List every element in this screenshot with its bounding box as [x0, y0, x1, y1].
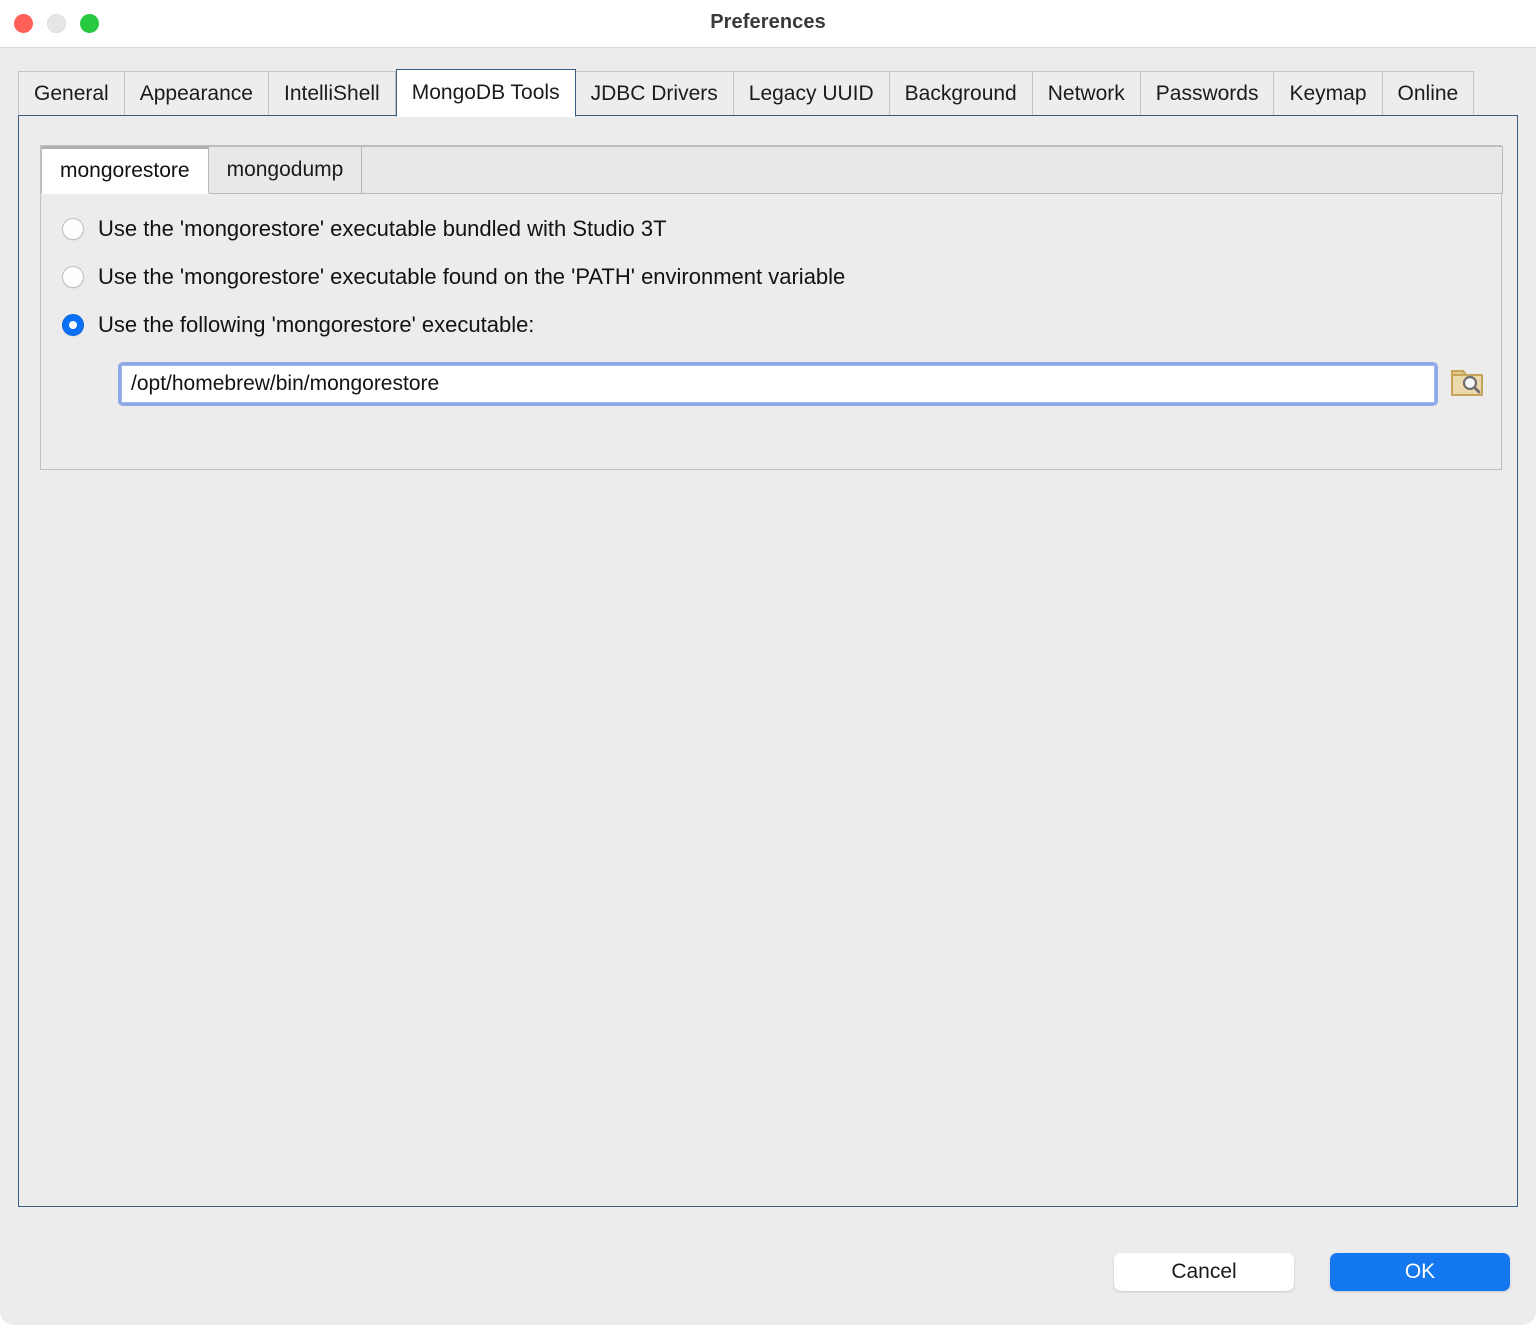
radio-path-env-label: Use the 'mongorestore' executable found … [98, 264, 845, 290]
radio-bundled-label: Use the 'mongorestore' executable bundle… [98, 216, 667, 242]
radio-path-env-icon[interactable] [62, 266, 84, 288]
preferences-window: Preferences General Appearance IntelliSh… [0, 0, 1536, 1325]
executable-path-value[interactable]: /opt/homebrew/bin/mongorestore [121, 365, 1435, 403]
tab-general[interactable]: General [18, 71, 125, 116]
window-title: Preferences [0, 11, 1536, 34]
title-bar: Preferences [0, 0, 1536, 48]
tab-background[interactable]: Background [890, 71, 1033, 116]
tab-legacy-uuid[interactable]: Legacy UUID [734, 71, 890, 116]
mongo-tool-groupbox: mongorestore mongodump Use the 'mongores… [40, 145, 1502, 470]
tab-intellishell[interactable]: IntelliShell [269, 71, 396, 116]
dialog-button-row: Cancel OK [1114, 1253, 1510, 1291]
tab-mongorestore[interactable]: mongorestore [41, 146, 209, 194]
tab-jdbc-drivers[interactable]: JDBC Drivers [576, 71, 734, 116]
radio-option-path-env[interactable]: Use the 'mongorestore' executable found … [62, 264, 845, 290]
tab-bar-filler [362, 146, 1503, 194]
folder-search-icon [1450, 368, 1484, 401]
tab-online[interactable]: Online [1383, 71, 1475, 116]
tab-appearance[interactable]: Appearance [125, 71, 269, 116]
tab-network[interactable]: Network [1033, 71, 1141, 116]
tab-passwords[interactable]: Passwords [1141, 71, 1275, 116]
radio-custom-label: Use the following 'mongorestore' executa… [98, 312, 534, 338]
radio-option-bundled[interactable]: Use the 'mongorestore' executable bundle… [62, 216, 667, 242]
ok-button[interactable]: OK [1330, 1253, 1510, 1291]
mongodb-tools-panel: mongorestore mongodump Use the 'mongores… [18, 115, 1518, 1207]
radio-option-custom[interactable]: Use the following 'mongorestore' executa… [62, 312, 534, 338]
executable-path-input[interactable]: /opt/homebrew/bin/mongorestore [118, 362, 1438, 406]
tab-mongodump[interactable]: mongodump [209, 146, 363, 194]
radio-bundled-icon[interactable] [62, 218, 84, 240]
preferences-tab-bar: General Appearance IntelliShell MongoDB … [18, 69, 1474, 116]
mongorestore-options-area: Use the 'mongorestore' executable bundle… [41, 194, 1501, 469]
mongo-tool-tab-bar: mongorestore mongodump [41, 145, 1503, 194]
radio-custom-icon[interactable] [62, 314, 84, 336]
executable-path-row: /opt/homebrew/bin/mongorestore [118, 362, 1485, 406]
cancel-button[interactable]: Cancel [1114, 1253, 1294, 1291]
tab-keymap[interactable]: Keymap [1274, 71, 1382, 116]
tab-mongodb-tools[interactable]: MongoDB Tools [396, 69, 576, 117]
browse-folder-button[interactable] [1449, 366, 1485, 402]
